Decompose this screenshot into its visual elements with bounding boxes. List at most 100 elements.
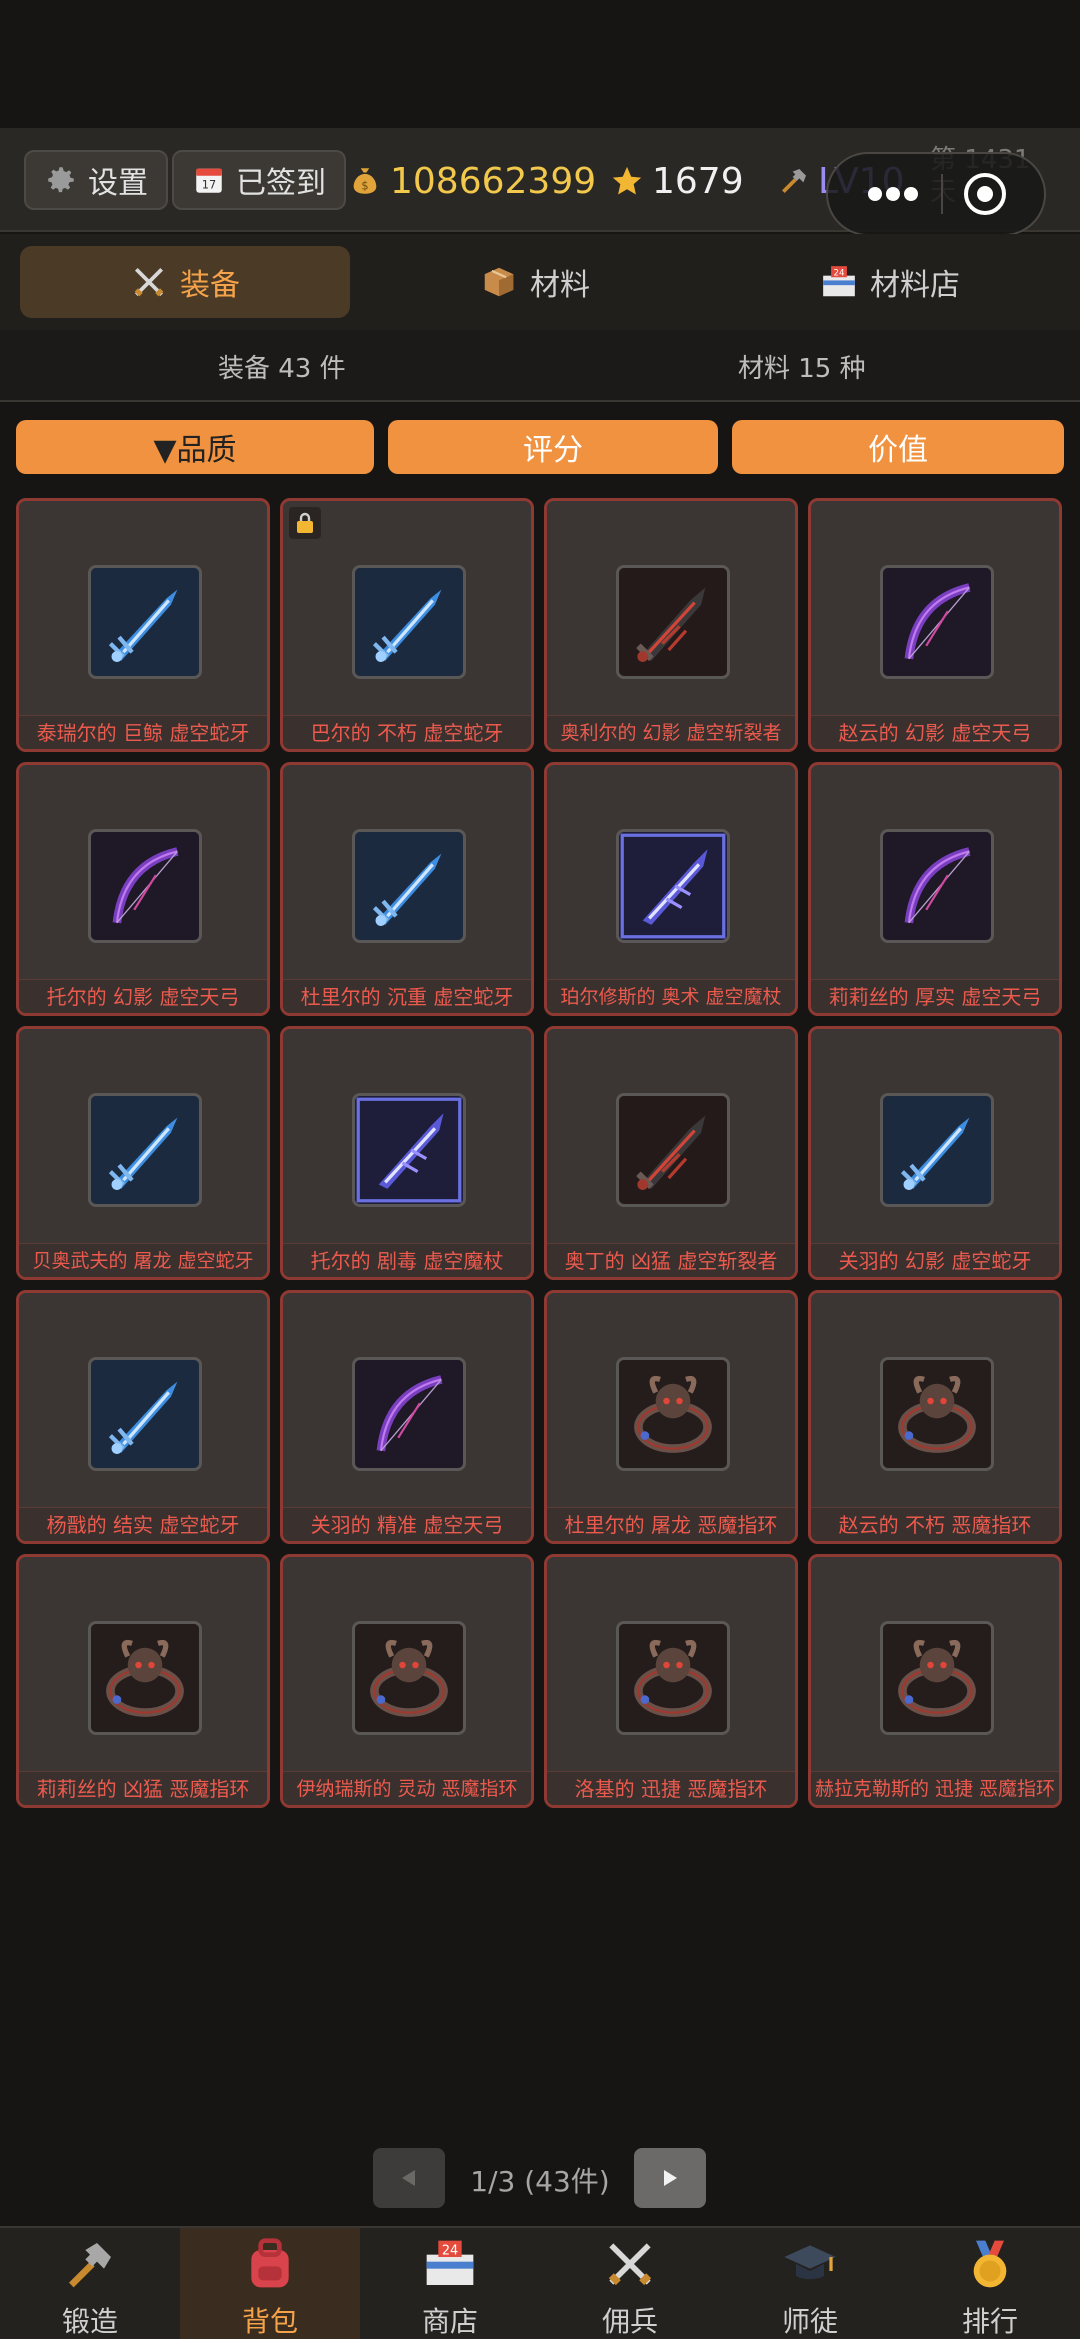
- signin-label: 已签到: [236, 166, 326, 201]
- void-wand-icon: [352, 1093, 466, 1207]
- category-tabs: 装备 材料 24 材料店: [0, 234, 1080, 330]
- equipment-card[interactable]: 奥利尔的 幻影 虚空斩裂者: [544, 498, 798, 752]
- nav-forge[interactable]: 锻造: [0, 2228, 180, 2339]
- svg-text:$: $: [361, 179, 368, 193]
- settings-button[interactable]: 设置: [24, 150, 168, 210]
- equipment-grid: 泰瑞尔的 巨鲸 虚空蛇牙 巴尔的 不朽 虚空蛇牙 奥利尔的 幻影 虚空斩裂者 赵云的 …: [16, 498, 1064, 1808]
- convenience-store-icon: 24: [823, 266, 855, 297]
- equipment-name: 托尔的 幻影 虚空天弓: [19, 979, 267, 1013]
- hammer-icon: [782, 169, 806, 193]
- equipment-name: 赫拉克勒斯的 迅捷 恶魔指环: [811, 1771, 1059, 1805]
- equipment-card[interactable]: 赫拉克勒斯的 迅捷 恶魔指环: [808, 1554, 1062, 1808]
- equipment-name: 伊纳瑞斯的 灵动 恶魔指环: [283, 1771, 531, 1805]
- equipment-card[interactable]: 关羽的 精准 虚空天弓: [280, 1290, 534, 1544]
- equipment-card[interactable]: 泰瑞尔的 巨鲸 虚空蛇牙: [16, 498, 270, 752]
- next-page-button[interactable]: [634, 2148, 706, 2208]
- demon-ring-icon: [352, 1621, 466, 1735]
- sort-value-button[interactable]: 价值: [732, 420, 1064, 474]
- equipment-card[interactable]: 杜里尔的 屠龙 恶魔指环: [544, 1290, 798, 1544]
- equipment-name: 泰瑞尔的 巨鲸 虚空蛇牙: [19, 715, 267, 749]
- close-miniprogram-icon[interactable]: [961, 170, 1009, 218]
- settings-label: 设置: [88, 166, 148, 201]
- gear-icon: [48, 167, 74, 193]
- prev-page-button[interactable]: [373, 2148, 445, 2208]
- demon-ring-icon: [880, 1621, 994, 1735]
- nav-shop-label: 商店: [421, 2305, 478, 2338]
- equipment-card[interactable]: 洛基的 迅捷 恶魔指环: [544, 1554, 798, 1808]
- equipment-card[interactable]: 赵云的 不朽 恶魔指环: [808, 1290, 1062, 1544]
- equipment-card[interactable]: 奥丁的 凶猛 虚空斩裂者: [544, 1026, 798, 1280]
- equipment-card[interactable]: 杜里尔的 沉重 虚空蛇牙: [280, 762, 534, 1016]
- demon-ring-icon: [616, 1357, 730, 1471]
- equipment-card[interactable]: 巴尔的 不朽 虚空蛇牙: [280, 498, 534, 752]
- equipment-name: 杜里尔的 沉重 虚空蛇牙: [283, 979, 531, 1013]
- equipment-name: 洛基的 迅捷 恶魔指环: [547, 1771, 795, 1805]
- nav-mercenary-label: 佣兵: [601, 2305, 658, 2338]
- crossed-swords-icon: [134, 267, 164, 297]
- void-bow-icon: [352, 1357, 466, 1471]
- equipment-card[interactable]: 珀尔修斯的 奥术 虚空魔杖: [544, 762, 798, 1016]
- equipment-card[interactable]: 伊纳瑞斯的 灵动 恶魔指环: [280, 1554, 534, 1808]
- tab-material-shop[interactable]: 24 材料店: [720, 246, 1060, 318]
- equipment-card[interactable]: 贝奥武夫的 屠龙 虚空蛇牙: [16, 1026, 270, 1280]
- equipment-card[interactable]: 杨戬的 结实 虚空蛇牙: [16, 1290, 270, 1544]
- equipment-card[interactable]: 赵云的 幻影 虚空天弓: [808, 498, 1062, 752]
- sort-quality-button[interactable]: ▼品质: [16, 420, 374, 474]
- demon-ring-icon: [880, 1357, 994, 1471]
- sort-score-button[interactable]: 评分: [388, 420, 718, 474]
- equipment-card[interactable]: 莉莉丝的 厚实 虚空天弓: [808, 762, 1062, 1016]
- nav-backpack[interactable]: 背包: [180, 2228, 360, 2339]
- nav-mentorship[interactable]: 师徒: [720, 2228, 900, 2339]
- equipment-card[interactable]: 托尔的 剧毒 虚空魔杖: [280, 1026, 534, 1280]
- nav-forge-label: 锻造: [61, 2305, 118, 2338]
- nav-shop[interactable]: 24 商店: [360, 2228, 540, 2339]
- triangle-right-icon: [664, 2170, 677, 2186]
- calendar-icon: 17: [196, 168, 222, 193]
- nav-mercenary[interactable]: 佣兵: [540, 2228, 720, 2339]
- star-icon: [612, 166, 642, 195]
- tab-equipment-label: 装备: [180, 268, 240, 303]
- void-bow-icon: [880, 565, 994, 679]
- gold-counter: $ 108662399: [348, 154, 596, 208]
- equipment-name: 奥利尔的 幻影 虚空斩裂者: [547, 715, 795, 749]
- equipment-card[interactable]: 关羽的 幻影 虚空蛇牙: [808, 1026, 1062, 1280]
- star-amount: 1679: [652, 160, 744, 202]
- inventory-counts: 装备 43 件 材料 15 种: [0, 330, 1080, 402]
- serpent-fang-icon: [880, 1093, 994, 1207]
- equipment-name: 托尔的 剧毒 虚空魔杖: [283, 1243, 531, 1277]
- page-indicator: 1/3 (43件): [470, 2165, 610, 2198]
- equipment-name: 赵云的 幻影 虚空天弓: [811, 715, 1059, 749]
- equipment-name: 杜里尔的 屠龙 恶魔指环: [547, 1507, 795, 1541]
- equipment-count: 装备 43 件: [218, 354, 346, 384]
- package-icon: [484, 267, 514, 297]
- lock-icon: [289, 507, 321, 539]
- equipment-name: 奥丁的 凶猛 虚空斩裂者: [547, 1243, 795, 1277]
- more-icon[interactable]: [863, 184, 923, 204]
- serpent-fang-icon: [352, 565, 466, 679]
- pagination: 1/3 (43件): [0, 2148, 1080, 2210]
- tab-materials-label: 材料: [530, 268, 590, 303]
- tab-equipment[interactable]: 装备: [20, 246, 350, 318]
- miniprogram-capsule: [826, 152, 1046, 236]
- shop-icon: 24: [426, 2240, 474, 2285]
- tab-material-shop-label: 材料店: [870, 268, 960, 303]
- serpent-fang-icon: [88, 1357, 202, 1471]
- void-wand-icon: [616, 829, 730, 943]
- nav-mentorship-label: 师徒: [781, 2305, 838, 2338]
- svg-text:17: 17: [202, 178, 216, 192]
- equipment-name: 贝奥武夫的 屠龙 虚空蛇牙: [19, 1243, 267, 1277]
- money-bag-icon: $: [353, 168, 377, 194]
- equipment-name: 莉莉丝的 凶猛 恶魔指环: [19, 1771, 267, 1805]
- equipment-name: 莉莉丝的 厚实 虚空天弓: [811, 979, 1059, 1013]
- equipment-name: 关羽的 精准 虚空天弓: [283, 1507, 531, 1541]
- tab-materials[interactable]: 材料: [370, 246, 700, 318]
- equipment-card[interactable]: 莉莉丝的 凶猛 恶魔指环: [16, 1554, 270, 1808]
- signin-button[interactable]: 17 已签到: [172, 150, 346, 210]
- void-cleaver-icon: [616, 1093, 730, 1207]
- nav-ranking[interactable]: 排行: [900, 2228, 1080, 2339]
- star-counter: 1679: [610, 154, 744, 208]
- nav-backpack-label: 背包: [241, 2305, 298, 2338]
- serpent-fang-icon: [88, 565, 202, 679]
- equipment-card[interactable]: 托尔的 幻影 虚空天弓: [16, 762, 270, 1016]
- demon-ring-icon: [88, 1621, 202, 1735]
